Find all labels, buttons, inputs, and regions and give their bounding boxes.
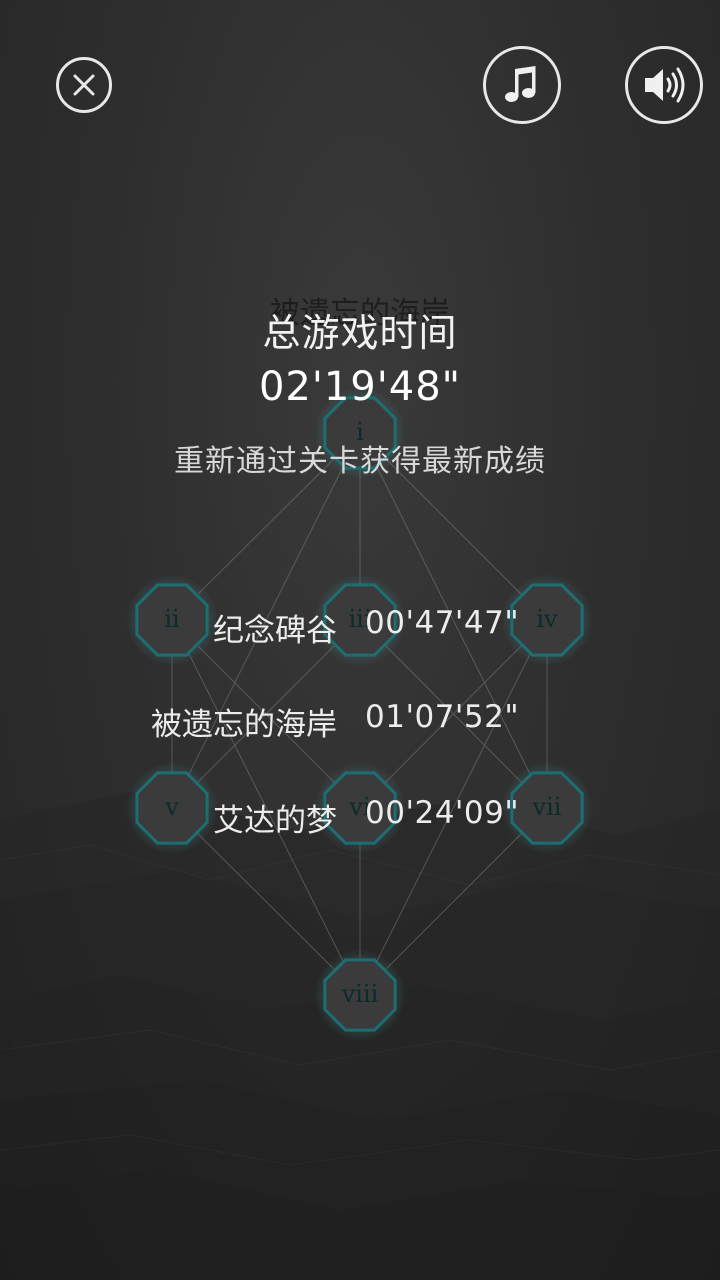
close-icon [73, 74, 95, 96]
score-row: 纪念碑谷 00'47'47" [0, 605, 720, 649]
level-time: 00'24'09" [365, 795, 520, 831]
music-note-icon [505, 66, 536, 102]
music-toggle-button[interactable] [483, 46, 561, 124]
node-label: viii [341, 980, 379, 1008]
speaker-icon [645, 67, 685, 103]
score-row: 艾达的梦 00'24'09" [0, 795, 720, 839]
close-button[interactable] [56, 57, 112, 113]
level-name: 被遗忘的海岸 [151, 707, 337, 743]
total-time-label: 总游戏时间 [262, 311, 458, 355]
score-row: 被遗忘的海岸 01'07'52" [0, 699, 720, 743]
level-name: 纪念碑谷 [213, 613, 337, 649]
level-node-viii[interactable]: viii [314, 949, 406, 1041]
total-time-value: 02'19'48" [258, 364, 462, 410]
level-time: 00'47'47" [365, 605, 520, 641]
level-name: 艾达的梦 [213, 803, 337, 839]
replay-hint: 重新通过关卡获得最新成绩 [174, 444, 546, 479]
sound-toggle-button[interactable] [625, 46, 703, 124]
level-time: 01'07'52" [365, 699, 520, 735]
